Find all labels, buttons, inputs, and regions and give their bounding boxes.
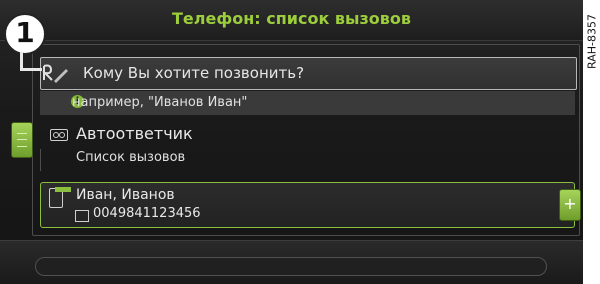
answering-machine-icon [50,129,68,141]
page-title: Телефон: список вызовов [171,9,411,28]
plus-icon[interactable]: + [559,189,581,221]
bottom-slider [35,257,547,276]
callout-number: 1 [15,16,35,49]
contact-name: Иван, Иванов [76,187,175,203]
figure-code-area: RAH-8357 [583,0,600,90]
menu-lines-icon [17,133,27,147]
search-prompt-label: Кому Вы хотите позвонить? [83,64,305,82]
search-hint-label: например, "Иванов Иван" [72,95,248,110]
call-list-label: Список вызовов [76,150,186,165]
contact-number: 0049841123456 [93,206,201,221]
edit-pen-icon [42,64,68,83]
callout-line-horizontal [20,68,42,71]
menu-tab[interactable] [11,122,33,158]
answering-machine-label: Автоответчик [76,124,193,143]
call-list-item[interactable]: Список вызовов [40,149,576,171]
handset-icon [75,210,89,222]
title-bar: Телефон: список вызовов [0,0,583,41]
phone-screen: Телефон: список вызовов Кому Вы хотите п… [0,0,583,284]
contact-entry[interactable]: Иван, Иванов 0049841123456 [40,182,575,228]
search-hint: i например, "Иванов Иван" [40,91,575,115]
answering-machine-item[interactable]: Автоответчик [40,120,575,148]
figure-code: RAH-8357 [585,14,599,69]
search-prompt-button[interactable]: Кому Вы хотите позвонить? [40,57,577,90]
bottom-bar [0,240,583,284]
callout-marker: 1 [4,13,46,55]
incoming-arrow-icon [55,187,71,192]
